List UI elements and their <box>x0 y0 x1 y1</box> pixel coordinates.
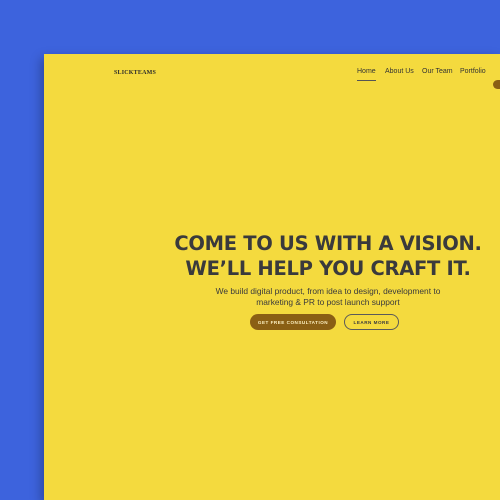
nav-item-about-us[interactable]: About Us <box>385 68 414 75</box>
main-nav: Home About Us Our Team Portfolio <box>44 68 500 89</box>
hero-subtitle-line1: We build digital product, from idea to d… <box>215 286 441 296</box>
learn-more-button[interactable]: LEARN MORE <box>344 314 399 330</box>
nav-item-portfolio[interactable]: Portfolio <box>460 68 486 75</box>
hero-subtitle-line2: marketing & PR to post launch support <box>256 297 400 307</box>
website-page: SLICKTEAMS Home About Us Our Team Portfo… <box>44 54 500 500</box>
nav-toggle-button[interactable] <box>493 80 500 89</box>
nav-item-home[interactable]: Home <box>357 68 376 81</box>
get-free-consultation-button[interactable]: GET FREE CONSULTATION <box>250 314 336 330</box>
hero-headline-line2: WE’LL HELP YOU CRAFT IT. <box>185 257 471 280</box>
hero-headline-line1: COME TO US WITH A VISION. <box>174 232 482 255</box>
nav-item-our-team[interactable]: Our Team <box>422 68 453 75</box>
